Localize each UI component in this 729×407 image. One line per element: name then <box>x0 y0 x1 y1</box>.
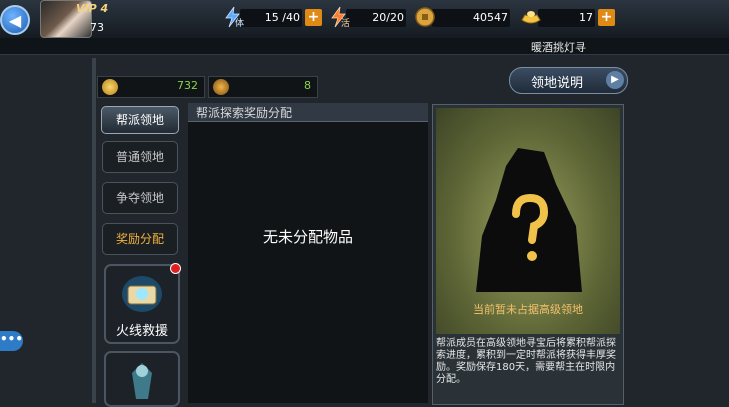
territory-description: 帮派成员在高级领地寻宝后将累积帮派探索进度，累积到一定时帮派将获得丰厚奖励。奖励… <box>436 338 616 385</box>
territory-info-label: 领地说明 <box>531 76 584 91</box>
gold-resource: 17 + <box>520 8 615 28</box>
announcement-text: 暖酒挑灯寻 <box>531 41 586 54</box>
add-stamina-button[interactable]: + <box>305 9 322 26</box>
back-arrow-icon: ◀ <box>8 10 22 30</box>
warrior-icon <box>132 363 152 399</box>
player-level: 73 <box>90 21 104 34</box>
coin-icon <box>415 7 435 27</box>
play-arrow-icon: ▶ <box>606 71 624 89</box>
empty-message: 无未分配物品 <box>262 228 353 246</box>
panel-title: 帮派探索奖励分配 <box>196 106 293 120</box>
stamina-value: 15 /40 <box>264 11 300 24</box>
more-dots-icon: ••• <box>0 332 24 346</box>
menu-normal-territory[interactable]: 普通领地 <box>102 141 178 173</box>
back-button[interactable]: ◀ <box>0 5 30 35</box>
emblem-icon <box>102 79 118 95</box>
scroll-icon <box>122 276 162 312</box>
menu-reward-distribution[interactable]: 奖励分配 <box>102 223 178 255</box>
reward-list: 无未分配物品 <box>188 122 428 403</box>
currency-a-counter: 732 <box>97 76 205 98</box>
gold-ingot-icon <box>521 11 541 24</box>
currency-b-value: 8 <box>304 79 311 92</box>
energy-value: 20/20 <box>372 11 404 24</box>
vip-badge: VIP 4 <box>76 2 109 15</box>
energy-label: 活 <box>341 19 351 29</box>
rescue-tile-label: 火线救援 <box>115 324 168 339</box>
menu-guild-territory[interactable]: 帮派领地 <box>101 106 179 134</box>
mystery-territory-icon <box>476 148 582 292</box>
territory-info-button[interactable]: 领地说明 ▶ <box>509 67 628 94</box>
menu-contest-territory[interactable]: 争夺领地 <box>102 182 178 214</box>
coin-resource: 40547 <box>414 7 510 28</box>
rescue-tile[interactable]: 火线救援 <box>104 263 181 344</box>
hero-tile[interactable] <box>104 351 180 407</box>
energy-resource: 活 20/20 <box>328 6 406 29</box>
chat-button[interactable]: ••• <box>0 331 23 351</box>
currency-a-value: 732 <box>177 79 198 92</box>
currency-b-counter: 8 <box>208 76 318 98</box>
announcement-bar: 暖酒挑灯寻 <box>0 38 729 55</box>
notification-dot <box>170 263 181 274</box>
guild-crest-icon <box>213 79 229 95</box>
panel-header: 帮派探索奖励分配 <box>188 103 428 122</box>
territory-caption: 当前暂未占据高级领地 <box>473 303 583 316</box>
frame-border <box>92 58 96 403</box>
gold-value: 17 <box>579 11 593 24</box>
territory-card: 当前暂未占据高级领地 帮派成员在高级领地寻宝后将累积帮派探索进度，累积到一定时帮… <box>432 104 624 405</box>
territory-image: 当前暂未占据高级领地 <box>436 108 620 334</box>
add-gold-button[interactable]: + <box>598 9 615 26</box>
coins-value: 40547 <box>473 11 508 24</box>
stamina-resource: 体 15 /40 + <box>222 6 322 29</box>
stamina-label: 体 <box>235 19 245 29</box>
